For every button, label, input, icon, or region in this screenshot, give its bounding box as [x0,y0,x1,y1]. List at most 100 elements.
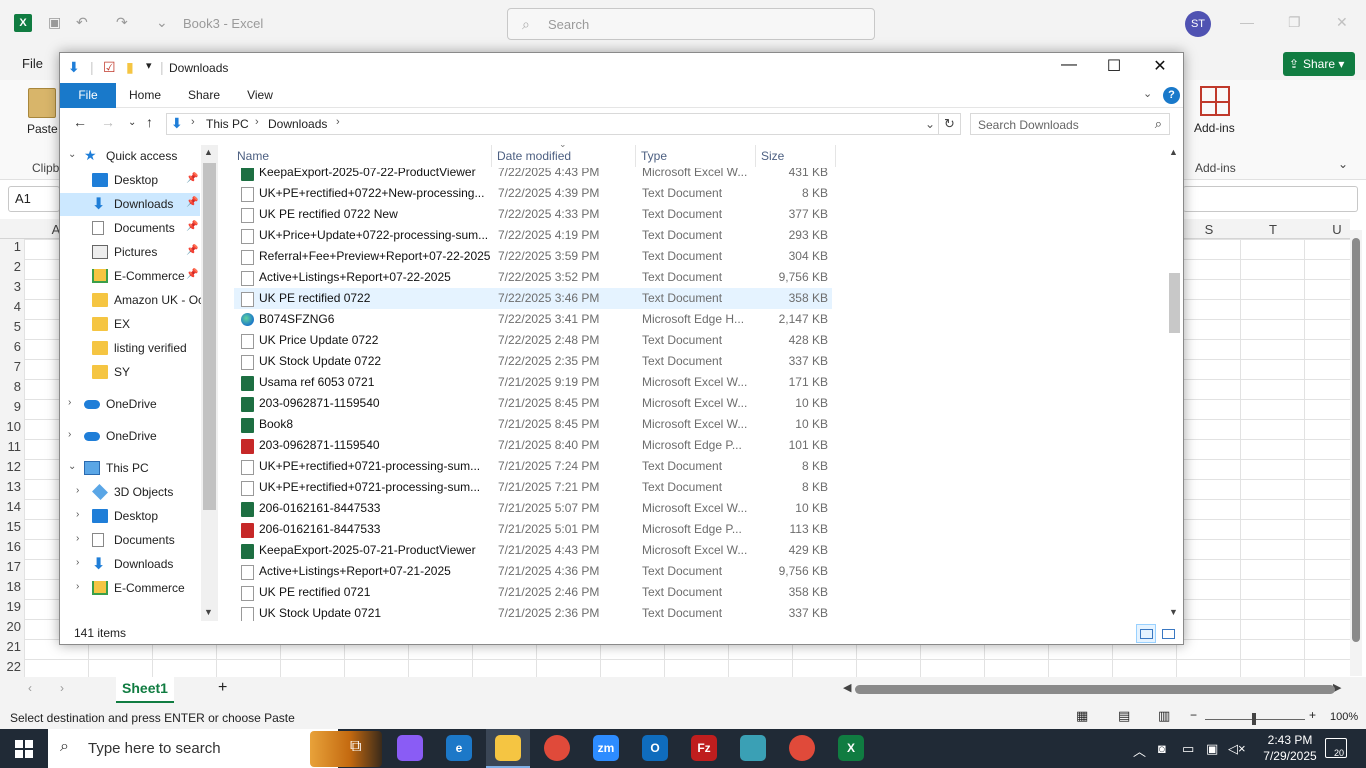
column-header-t[interactable]: T [1241,222,1305,237]
taskbar-app-app-icon[interactable] [740,735,766,761]
camera-icon[interactable]: ◙ [1158,741,1166,756]
taskbar-app-chrome-profile-icon[interactable] [789,735,815,761]
row-header[interactable]: 7 [0,359,24,379]
breadcrumb-separator[interactable]: › [255,116,259,128]
expand-arrow-icon[interactable]: ⌄ [68,461,76,472]
column-name[interactable]: Name [232,145,492,167]
task-view-icon[interactable]: ⧉ [350,738,361,756]
save-icon[interactable]: ▣ [48,14,61,31]
sheet-tab-sheet1[interactable]: Sheet1 [116,677,174,703]
row-header[interactable]: 13 [0,479,24,499]
row-header[interactable]: 10 [0,419,24,439]
nav-item-pictures[interactable]: Pictures 📌 [60,241,200,264]
table-row[interactable]: UK PE rectified 0721 7/21/2025 2:46 PM Tex… [234,582,832,603]
row-header[interactable]: 15 [0,519,24,539]
scroll-down-icon[interactable]: ▼ [1169,607,1178,617]
nav-onedrive-1[interactable]: › OneDrive [60,393,200,416]
row-header[interactable]: 6 [0,339,24,359]
row-header[interactable]: 22 [0,659,24,677]
zoom-out-icon[interactable]: − [1190,708,1197,722]
expand-arrow-icon[interactable]: ⌄ [68,149,76,160]
help-icon[interactable]: ? [1163,87,1180,104]
nav-pc-3d-objects[interactable]: › 3D Objects [60,481,200,504]
close-icon[interactable]: ✕ [1336,14,1348,31]
tab-home[interactable]: Home [122,83,168,108]
taskbar-clock[interactable]: 2:43 PM 7/29/2025 [1258,732,1322,764]
avatar[interactable]: ST [1185,11,1211,37]
notification-center-icon[interactable]: 20 [1325,738,1347,758]
table-row[interactable]: UK Price Update 0722 7/22/2025 2:48 PM Tex… [234,330,832,351]
maximize-icon[interactable]: ☐ [1091,56,1137,76]
properties-icon[interactable]: ☑ [103,59,116,76]
nav-item-downloads[interactable]: ⬇ Downloads 📌 [60,193,200,216]
nav-item-documents[interactable]: Documents 📌 [60,217,200,240]
pin-icon[interactable]: 📌 [186,245,198,256]
paste-button[interactable]: Paste [27,122,58,136]
refresh-icon[interactable]: ↻ [939,113,961,135]
minimize-icon[interactable]: — [1240,14,1254,30]
taskbar-app-outlook-icon[interactable]: O [642,735,668,761]
row-header[interactable]: 3 [0,279,24,299]
next-sheet-icon[interactable]: › [60,681,64,695]
table-row[interactable]: Usama ref 6053 0721 7/21/2025 9:19 PM Micr… [234,372,832,393]
breadcrumb-separator[interactable]: › [336,116,340,128]
address-bar[interactable]: ⬇ › This PC › Downloads › ⌄ [166,113,939,135]
table-row[interactable]: UK PE rectified 0722 New 7/22/2025 4:33 P… [234,204,832,225]
table-row[interactable]: 206-0162161-8447533 7/21/2025 5:01 PM Micr… [234,519,832,540]
row-header[interactable]: 19 [0,599,24,619]
column-size[interactable]: Size [756,145,836,167]
expand-arrow-icon[interactable]: › [68,429,71,440]
nav-item-listing-verified[interactable]: listing verified [60,337,200,360]
minimize-icon[interactable]: — [1046,56,1092,74]
maximize-icon[interactable]: ❐ [1288,14,1301,31]
file-list-scrollbar[interactable]: ▲ ▼ [1166,145,1183,621]
nav-item-desktop[interactable]: Desktop 📌 [60,169,200,192]
table-row[interactable]: UK+PE+rectified+0722+New-processing... 7/… [234,183,832,204]
pin-icon[interactable]: 📌 [186,269,198,280]
column-date-modified[interactable]: Date modified [492,145,636,167]
redo-icon[interactable]: ↷ [116,14,128,31]
customize-qat-icon[interactable]: ⌄ [156,14,168,31]
customize-qat-icon[interactable]: ▾ [146,59,152,72]
network-icon[interactable]: ▣ [1206,741,1218,757]
table-row[interactable]: Active+Listings+Report+07-21-2025 7/21/20… [234,561,832,582]
large-icons-view-button[interactable] [1158,624,1178,643]
addins-button[interactable]: Add-ins [1194,121,1235,135]
expand-arrow-icon[interactable]: › [76,533,79,544]
hscroll-left-icon[interactable]: ◀ [843,681,851,694]
nav-item-amazon-uk-oc[interactable]: Amazon UK - Oc [60,289,204,312]
details-view-button[interactable] [1136,624,1156,643]
row-header[interactable]: 9 [0,399,24,419]
zoom-in-icon[interactable]: + [1309,708,1316,722]
row-header[interactable]: 16 [0,539,24,559]
breadcrumb-this-pc[interactable]: This PC [206,117,249,131]
table-row[interactable]: Book8 7/21/2025 8:45 PM Microsoft Excel W.… [234,414,832,435]
scroll-up-icon[interactable]: ▲ [204,147,213,157]
add-sheet-button[interactable]: + [218,679,227,697]
excel-horizontal-scrollbar[interactable] [855,685,1335,694]
nav-item-sy[interactable]: SY [60,361,200,384]
table-row[interactable]: Referral+Fee+Preview+Report+07-22-2025 7/… [234,246,832,267]
pin-icon[interactable]: 📌 [186,173,198,184]
tab-share[interactable]: Share [180,83,228,108]
nav-quick-access[interactable]: ⌄ ★ Quick access [60,145,200,168]
table-row[interactable]: Active+Listings+Report+07-22-2025 7/22/20… [234,267,832,288]
nav-pc-downloads[interactable]: › ⬇ Downloads [60,553,200,576]
table-row[interactable]: UK Stock Update 0722 7/22/2025 2:35 PM Tex… [234,351,832,372]
undo-icon[interactable]: ↶ [76,14,88,31]
table-row[interactable]: KeepaExport-2025-07-21-ProductViewer 7/21… [234,540,832,561]
table-row[interactable]: UK Stock Update 0721 7/21/2025 2:36 PM Tex… [234,603,832,621]
forward-icon[interactable]: → [101,114,115,130]
page-layout-icon[interactable]: ▤ [1118,708,1130,724]
row-header[interactable]: 1 [0,239,24,259]
expand-arrow-icon[interactable]: › [68,397,71,408]
tab-file[interactable]: File [60,83,116,108]
table-row[interactable]: UK PE rectified 0722 7/22/2025 3:46 PM Tex… [234,288,832,309]
taskbar-app-copilot-icon[interactable] [397,735,423,761]
nav-pc-documents[interactable]: › Documents [60,529,200,552]
pin-icon[interactable]: 📌 [186,221,198,232]
row-header[interactable]: 21 [0,639,24,659]
row-header[interactable]: 4 [0,299,24,319]
tab-view[interactable]: View [238,83,282,108]
normal-view-icon[interactable]: ▦ [1076,708,1088,724]
